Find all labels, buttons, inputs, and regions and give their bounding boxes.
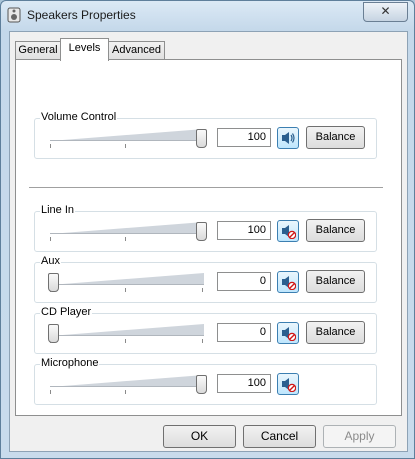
line-in-balance-button[interactable]: Balance <box>306 219 365 242</box>
levels-panel: Volume Control 100 Balance Line In 100 B… <box>15 59 402 416</box>
slider-tick <box>50 144 51 148</box>
slider-tick <box>125 237 126 241</box>
line-in-label: Line In <box>40 204 76 216</box>
volume-control-label: Volume Control <box>40 111 118 123</box>
line-in-group: Line In 100 Balance <box>34 204 377 252</box>
speakers-properties-window: Speakers Properties ✕ General Levels Adv… <box>0 0 415 459</box>
speaker-app-icon <box>7 7 21 23</box>
cd-player-group: CD Player 0 Balance <box>34 306 377 354</box>
slider-tick <box>125 390 126 394</box>
line-in-slider[interactable] <box>48 220 208 242</box>
title-bar[interactable]: Speakers Properties ✕ <box>1 1 414 29</box>
slider-thumb[interactable] <box>196 129 207 148</box>
speaker-muted-icon <box>282 327 296 341</box>
close-icon: ✕ <box>380 4 391 18</box>
apply-button[interactable]: Apply <box>323 425 396 448</box>
slider-tick <box>125 339 126 343</box>
cd-player-balance-button[interactable]: Balance <box>306 321 365 344</box>
slider-track <box>50 233 204 234</box>
slider-thumb[interactable] <box>196 222 207 241</box>
cd-player-mute-button[interactable] <box>277 322 299 344</box>
slider-thumb[interactable] <box>48 324 59 343</box>
volume-slider[interactable] <box>48 127 208 149</box>
slider-tick <box>125 144 126 148</box>
aux-value-field[interactable]: 0 <box>217 272 271 291</box>
slider-track <box>50 284 204 285</box>
slider-tick <box>50 390 51 394</box>
cd-player-value-field[interactable]: 0 <box>217 323 271 342</box>
aux-label: Aux <box>40 255 61 267</box>
tab-levels[interactable]: Levels <box>60 38 109 61</box>
close-button[interactable]: ✕ <box>363 2 408 22</box>
aux-slider[interactable] <box>48 271 208 293</box>
cd-player-slider[interactable] <box>48 322 208 344</box>
aux-balance-button[interactable]: Balance <box>306 270 365 293</box>
slider-tick <box>202 288 203 292</box>
slider-track <box>50 335 204 336</box>
ok-button[interactable]: OK <box>163 425 236 448</box>
speaker-muted-icon <box>282 378 296 392</box>
aux-mute-button[interactable] <box>277 271 299 293</box>
cancel-button[interactable]: Cancel <box>243 425 316 448</box>
aux-group: Aux 0 Balance <box>34 255 377 303</box>
slider-tick <box>202 339 203 343</box>
slider-track <box>50 140 204 141</box>
slider-tick <box>125 288 126 292</box>
volume-value-field[interactable]: 100 <box>217 128 271 147</box>
line-in-value-field[interactable]: 100 <box>217 221 271 240</box>
cd-player-label: CD Player <box>40 306 93 318</box>
microphone-mute-button[interactable] <box>277 373 299 395</box>
microphone-label: Microphone <box>40 357 100 369</box>
volume-control-group: Volume Control 100 Balance <box>34 111 377 159</box>
line-in-mute-button[interactable] <box>277 220 299 242</box>
microphone-group: Microphone 100 <box>34 357 377 405</box>
separator <box>29 187 383 188</box>
slider-thumb[interactable] <box>196 375 207 394</box>
microphone-slider[interactable] <box>48 373 208 395</box>
speaker-icon <box>282 132 295 144</box>
slider-track <box>50 386 204 387</box>
speaker-muted-icon <box>282 276 296 290</box>
speaker-muted-icon <box>282 225 296 239</box>
tab-advanced[interactable]: Advanced <box>108 41 165 60</box>
tab-general[interactable]: General <box>15 41 61 60</box>
microphone-value-field[interactable]: 100 <box>217 374 271 393</box>
dialog-client-area: General Levels Advanced Volume Control 1… <box>9 31 408 452</box>
window-title: Speakers Properties <box>27 8 136 22</box>
volume-balance-button[interactable]: Balance <box>306 126 365 149</box>
slider-thumb[interactable] <box>48 273 59 292</box>
volume-mute-button[interactable] <box>277 127 299 149</box>
slider-tick <box>50 237 51 241</box>
